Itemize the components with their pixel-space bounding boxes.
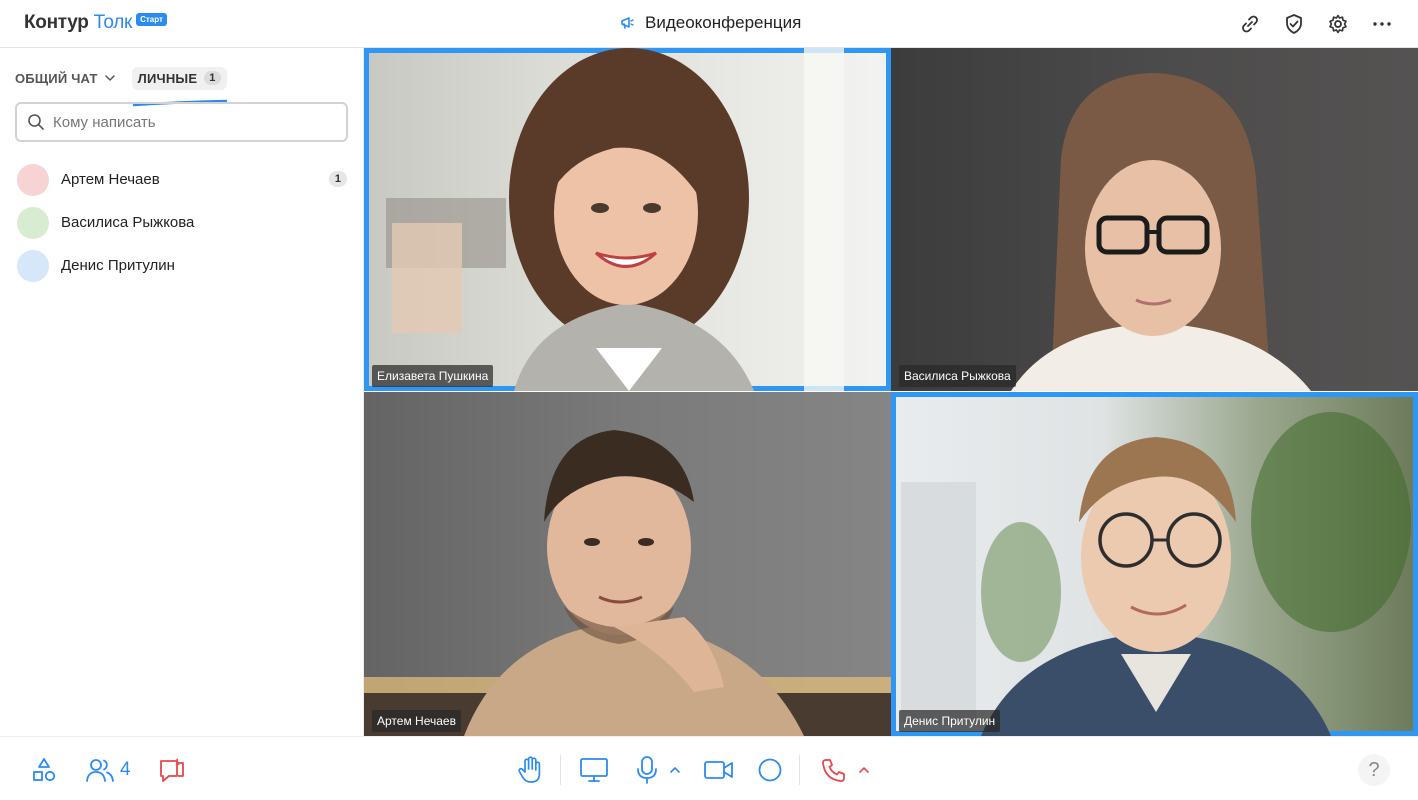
header-actions	[1238, 12, 1394, 36]
gear-icon	[1329, 14, 1347, 34]
camera-button[interactable]	[703, 755, 735, 785]
avatar	[17, 206, 49, 239]
participants-button[interactable]: 4	[84, 755, 131, 785]
contact-item[interactable]: Денис Притулин	[17, 244, 347, 287]
tab-personal[interactable]: ЛИЧНЫЕ 1	[131, 66, 227, 106]
participants-count: 4	[120, 759, 131, 780]
microphone-options-button[interactable]	[669, 755, 681, 785]
record-button[interactable]	[757, 755, 783, 785]
avatar	[17, 163, 49, 196]
raise-hand-button[interactable]	[516, 755, 544, 785]
participant-name: Денис Притулин	[899, 710, 1001, 732]
logo-plan-badge: Старт	[136, 13, 167, 26]
contact-name: Василиса Рыжкова	[61, 214, 195, 231]
more-icon	[1373, 22, 1391, 26]
unread-badge: 1	[328, 171, 347, 187]
app-header: Контур Толк Старт Видеоконференция	[0, 0, 1418, 48]
end-call-button[interactable]	[820, 755, 848, 785]
chevron-up-icon	[670, 767, 680, 773]
logo-product: Толк	[93, 12, 133, 33]
video-tile[interactable]: Елизавета Пушкина	[364, 48, 891, 391]
phone-hangup-icon	[822, 759, 845, 782]
video-tile[interactable]: Василиса Рыжкова	[891, 48, 1418, 391]
chat-button[interactable]: 1	[157, 755, 187, 785]
search-field[interactable]	[15, 102, 348, 142]
hand-icon	[518, 756, 541, 783]
screen-share-button[interactable]	[579, 755, 609, 785]
end-call-options-button[interactable]	[858, 755, 870, 785]
participant-name: Василиса Рыжкова	[899, 365, 1016, 387]
participant-video	[364, 430, 891, 736]
copy-link-button[interactable]	[1238, 12, 1262, 36]
monitor-icon	[580, 758, 608, 782]
chat-unread-count: 1	[175, 757, 180, 767]
contact-name: Денис Притулин	[61, 257, 175, 274]
conference-title: Видеоконференция	[620, 13, 801, 33]
participant-video	[1011, 73, 1311, 391]
video-grid: Елизавета Пушкина Василиса Рыжкова Артем…	[364, 48, 1418, 736]
record-icon	[758, 758, 782, 782]
avatar	[17, 249, 49, 282]
video-tile[interactable]: Денис Притулин	[891, 392, 1418, 736]
camera-icon	[704, 761, 733, 779]
toolbar-divider	[799, 755, 800, 785]
participant-name: Артем Нечаев	[372, 710, 461, 732]
settings-button[interactable]	[1326, 12, 1350, 36]
link-icon	[1242, 15, 1258, 33]
contact-item[interactable]: Артем Нечаев 1	[17, 158, 347, 201]
participant-video	[386, 48, 844, 391]
shield-check-icon	[1286, 14, 1302, 34]
chevron-up-icon	[859, 767, 869, 773]
security-button[interactable]	[1282, 12, 1306, 36]
help-button[interactable]: ?	[1358, 754, 1390, 786]
chat-tabs: ОБЩИЙ ЧАТ ЛИЧНЫЕ 1	[15, 58, 227, 106]
tab-general-label: ОБЩИЙ ЧАТ	[15, 70, 98, 86]
logo-brand: Контур	[24, 12, 89, 33]
participant-name: Елизавета Пушкина	[372, 365, 494, 387]
video-tile[interactable]: Артем Нечаев	[364, 392, 891, 736]
shapes-icon	[33, 758, 56, 782]
chevron-down-icon	[104, 75, 115, 81]
contact-item[interactable]: Василиса Рыжкова	[17, 201, 347, 244]
apps-button[interactable]	[30, 755, 58, 785]
chat-icon: 1	[159, 757, 184, 782]
people-icon	[86, 759, 114, 782]
search-input[interactable]	[53, 113, 323, 131]
tab-personal-count: 1	[204, 71, 221, 85]
page-title: Видеоконференция	[645, 13, 802, 32]
toolbar-center-group	[516, 755, 870, 785]
tab-personal-label: ЛИЧНЫЕ	[137, 70, 198, 86]
tab-general-chat[interactable]: ОБЩИЙ ЧАТ	[15, 71, 116, 86]
search-icon	[28, 114, 44, 130]
bottom-toolbar: 4 1 ?	[0, 736, 1418, 800]
toolbar-divider	[560, 755, 561, 785]
megaphone-icon	[621, 17, 634, 29]
toolbar-left-group: 4 1	[30, 755, 187, 785]
contact-name: Артем Нечаев	[61, 171, 160, 188]
microphone-button[interactable]	[635, 755, 659, 785]
microphone-icon	[637, 756, 657, 784]
contact-list: Артем Нечаев 1 Василиса Рыжкова Денис Пр…	[17, 158, 347, 287]
participant-video	[901, 412, 1411, 736]
app-logo[interactable]: Контур Толк Старт	[24, 12, 167, 36]
more-button[interactable]	[1370, 12, 1394, 36]
chat-sidebar: ОБЩИЙ ЧАТ ЛИЧНЫЕ 1 Артем Нечаев 1 Вас	[0, 48, 364, 736]
